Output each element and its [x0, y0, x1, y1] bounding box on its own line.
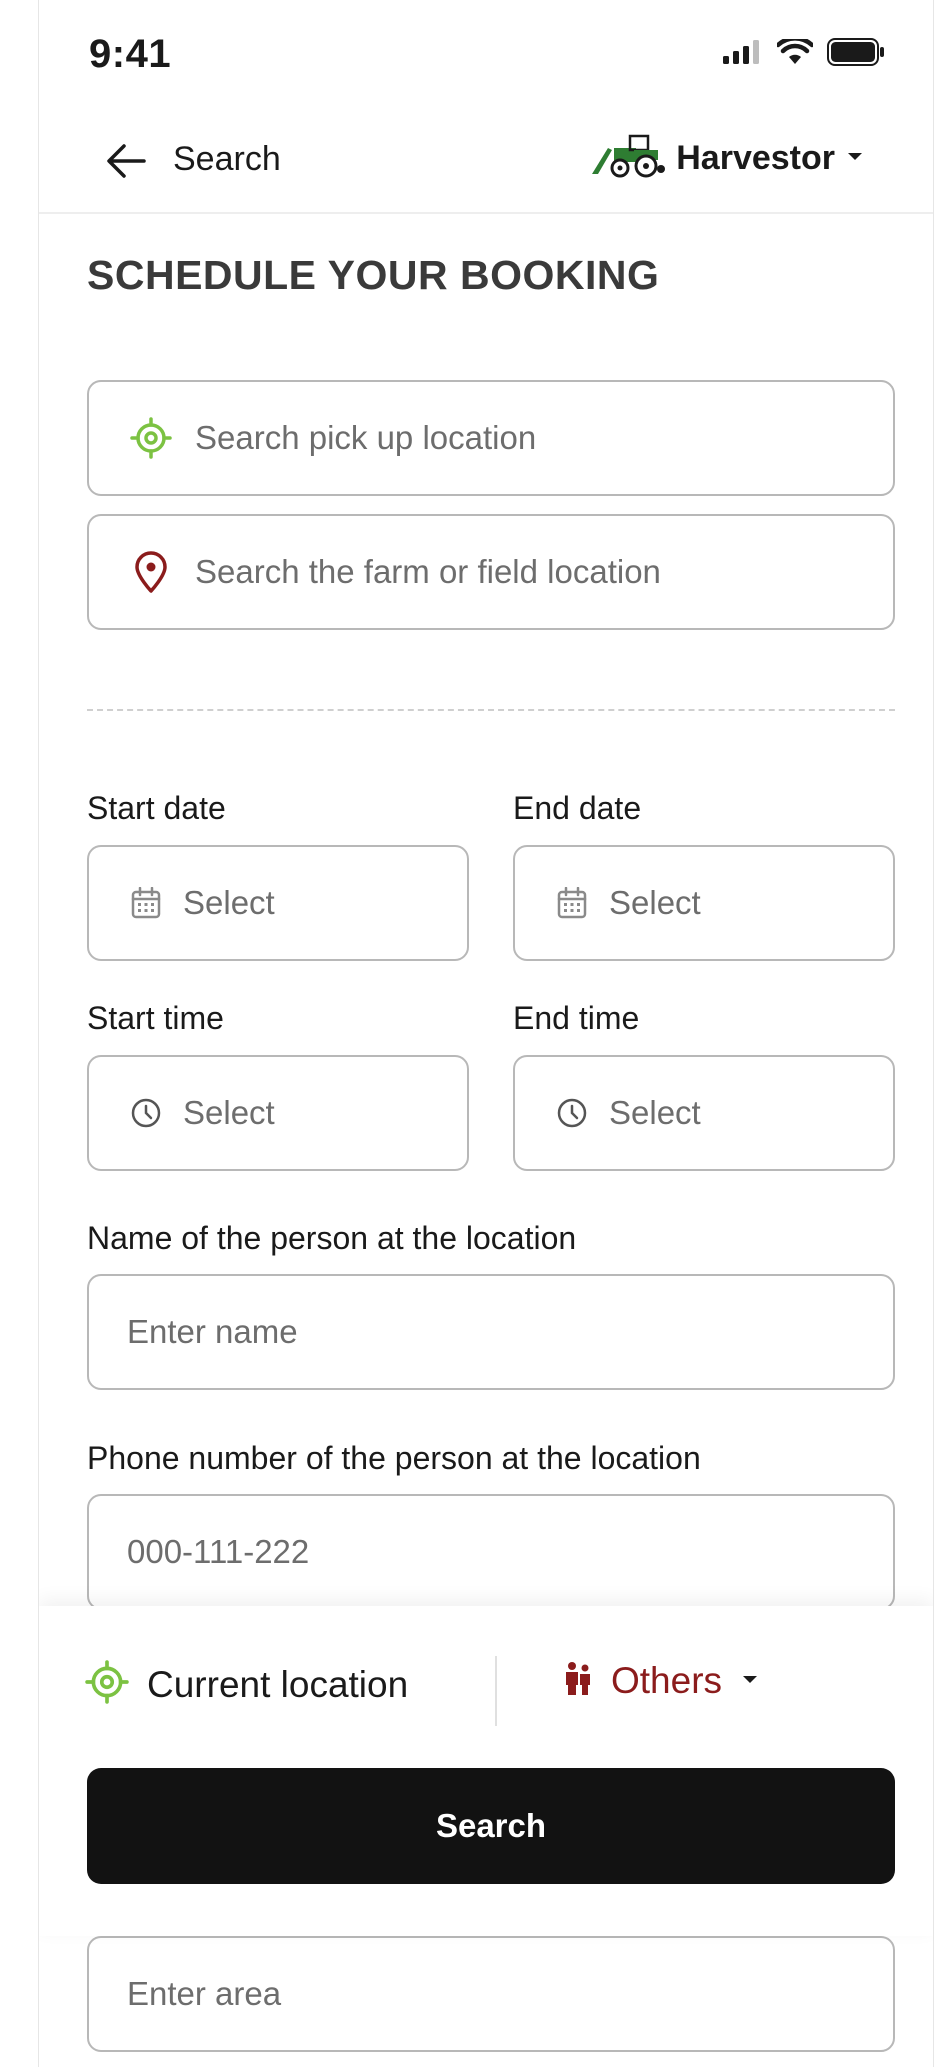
end-time-label: End time — [513, 1000, 640, 1036]
area-placeholder: Enter area — [127, 1975, 282, 2012]
others-dropdown[interactable]: Others — [563, 1660, 760, 1702]
signal-icon — [723, 40, 763, 69]
person-name-input[interactable]: Enter name — [87, 1274, 895, 1390]
back-button[interactable] — [101, 136, 151, 186]
person-name-label: Name of the person at the location — [87, 1220, 577, 1256]
status-bar: 9:41 — [39, 0, 933, 110]
page-title: SCHEDULE YOUR BOOKING — [87, 252, 660, 298]
clock-icon — [129, 1097, 163, 1129]
brand-selector[interactable]: Harvestor — [590, 134, 865, 183]
calendar-icon — [555, 887, 589, 919]
pickup-location-input[interactable]: Search pick up location — [87, 380, 895, 496]
start-time-value: Select — [183, 1094, 275, 1131]
end-time-select[interactable]: Select — [513, 1055, 895, 1171]
start-date-select[interactable]: Select — [87, 845, 469, 961]
current-location-label: Current location — [147, 1663, 409, 1705]
end-date-label: End date — [513, 790, 642, 826]
person-phone-input[interactable]: 000-111-222 — [87, 1494, 895, 1610]
battery-icon — [827, 38, 885, 71]
status-icons — [723, 36, 885, 71]
start-date-label: Start date — [87, 790, 226, 826]
end-date-select[interactable]: Select — [513, 845, 895, 961]
arrow-left-icon — [107, 144, 146, 178]
brand-name: Harvestor — [676, 139, 835, 177]
person-phone-placeholder: 000-111-222 — [127, 1533, 310, 1570]
pickup-placeholder: Search pick up location — [195, 419, 537, 456]
current-location-button[interactable]: Current location — [85, 1660, 408, 1709]
sheet-separator — [495, 1656, 497, 1726]
start-time-label: Start time — [87, 1000, 224, 1036]
end-date-value: Select — [609, 884, 701, 921]
others-label: Others — [611, 1660, 723, 1701]
person-phone-label: Phone number of the person at the locati… — [87, 1440, 701, 1476]
section-divider — [87, 709, 895, 711]
wifi-icon — [775, 36, 815, 70]
area-input[interactable]: Enter area — [87, 1936, 895, 2052]
farm-placeholder: Search the farm or field location — [195, 553, 661, 590]
family-icon — [563, 1661, 593, 1702]
status-time: 9:41 — [89, 32, 172, 76]
calendar-icon — [129, 887, 163, 919]
caret-down-icon — [845, 149, 865, 168]
header-title: Search — [173, 140, 281, 178]
caret-down-icon — [740, 1672, 760, 1691]
target-icon — [129, 417, 173, 459]
tractor-logo-icon — [590, 134, 666, 183]
farm-location-input[interactable]: Search the farm or field location — [87, 514, 895, 630]
person-name-placeholder: Enter name — [127, 1313, 298, 1350]
search-button[interactable]: Search — [87, 1768, 895, 1884]
clock-icon — [555, 1097, 589, 1129]
map-pin-icon — [129, 551, 173, 593]
bottom-action-sheet: Current location Others Search — [39, 1606, 933, 1936]
target-icon — [85, 1660, 129, 1709]
app-header: Search Harvestor — [39, 110, 933, 214]
phone-screen: 9:41 Search Harvestor SCHEDULE YOUR BOOK… — [38, 0, 934, 2067]
end-time-value: Select — [609, 1094, 701, 1131]
start-time-select[interactable]: Select — [87, 1055, 469, 1171]
start-date-value: Select — [183, 884, 275, 921]
